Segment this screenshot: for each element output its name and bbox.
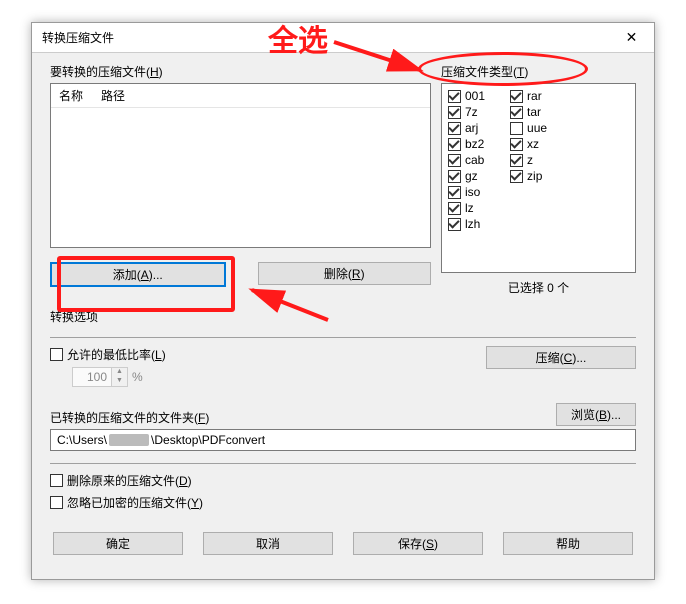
checkbox-icon [448,122,461,135]
type-checkbox-arj[interactable]: arj [448,120,485,136]
chevron-up-icon: ▲ [112,368,127,377]
type-checkbox-cab[interactable]: cab [448,152,485,168]
checkbox-icon [448,170,461,183]
ignore-encrypted-checkbox[interactable]: 忽略已加密的压缩文件(Y) [50,494,636,510]
type-checkbox-bz2[interactable]: bz2 [448,136,485,152]
type-checkbox-z[interactable]: z [510,152,547,168]
checkbox-icon [510,170,523,183]
close-button[interactable]: ✕ [609,23,654,53]
spinner-arrows[interactable]: ▲▼ [112,367,128,387]
checkbox-icon [448,106,461,119]
type-label: lzh [465,217,480,231]
type-label: bz2 [465,137,484,151]
checkbox-icon [510,138,523,151]
checkbox-icon [448,138,461,151]
checkbox-icon [50,348,63,361]
type-label: zip [527,169,542,183]
save-button[interactable]: 保存(S) [353,532,483,555]
type-label: xz [527,137,539,151]
checkbox-icon [510,90,523,103]
type-checkbox-7z[interactable]: 7z [448,104,485,120]
checkbox-icon [50,474,63,487]
percent-label: % [132,370,143,384]
remove-button[interactable]: 删除(R) [258,262,432,285]
type-label: cab [465,153,484,167]
type-checkbox-uue[interactable]: uue [510,120,547,136]
files-listbox[interactable]: 名称 路径 [50,83,431,248]
type-checkbox-xz[interactable]: xz [510,136,547,152]
help-button[interactable]: 帮助 [503,532,633,555]
type-checkbox-gz[interactable]: gz [448,168,485,184]
type-label: 001 [465,89,485,103]
divider [50,463,636,464]
ratio-spinner[interactable]: ▲▼ % [72,367,143,387]
folder-path-input[interactable]: C:\Users\\Desktop\PDFconvert [50,429,636,451]
checkbox-icon [50,496,63,509]
types-listbox[interactable]: 001 7z arj bz2 cab gz iso lz lzh rar tar uue xz z zip [441,83,636,273]
ratio-input[interactable] [72,367,112,387]
checkbox-icon [448,202,461,215]
window-title: 转换压缩文件 [42,29,114,46]
redacted-segment [109,434,149,446]
type-label: iso [465,185,480,199]
checkbox-icon [448,218,461,231]
compress-button[interactable]: 压缩(C)... [486,346,636,369]
checkbox-icon [510,106,523,119]
checkbox-icon [448,154,461,167]
type-checkbox-rar[interactable]: rar [510,88,547,104]
options-label: 转换选项 [50,308,636,325]
types-label: 压缩文件类型(T) [441,63,636,80]
checkbox-icon [448,90,461,103]
type-label: 7z [465,105,478,119]
selected-count: 已选择 0 个 [441,279,636,296]
type-checkbox-tar[interactable]: tar [510,104,547,120]
ok-button[interactable]: 确定 [53,532,183,555]
checkbox-icon [510,154,523,167]
add-button[interactable]: 添加(A)... [50,262,226,287]
cancel-button[interactable]: 取消 [203,532,333,555]
col-name[interactable]: 名称 [59,87,83,104]
divider [50,337,636,338]
files-label: 要转换的压缩文件(H) [50,63,431,80]
min-ratio-checkbox[interactable]: 允许的最低比率(L) [50,346,166,362]
type-checkbox-001[interactable]: 001 [448,88,485,104]
type-checkbox-zip[interactable]: zip [510,168,547,184]
type-label: rar [527,89,542,103]
list-header: 名称 路径 [51,84,430,108]
type-checkbox-iso[interactable]: iso [448,184,485,200]
chevron-down-icon: ▼ [112,377,127,386]
folder-label: 已转换的压缩文件的文件夹(F) [50,409,209,426]
dialog-window: 转换压缩文件 ✕ 要转换的压缩文件(H) 名称 路径 添加(A)... [31,22,655,580]
delete-original-checkbox[interactable]: 删除原来的压缩文件(D) [50,472,636,488]
checkbox-icon [448,186,461,199]
checkbox-icon [510,122,523,135]
type-label: arj [465,121,478,135]
titlebar: 转换压缩文件 ✕ [32,23,654,53]
type-label: uue [527,121,547,135]
col-path[interactable]: 路径 [101,87,125,104]
type-checkbox-lz[interactable]: lz [448,200,485,216]
browse-button[interactable]: 浏览(B)... [556,403,636,426]
type-label: lz [465,201,474,215]
type-label: gz [465,169,478,183]
type-label: z [527,153,533,167]
type-checkbox-lzh[interactable]: lzh [448,216,485,232]
close-icon: ✕ [626,29,638,46]
type-label: tar [527,105,541,119]
